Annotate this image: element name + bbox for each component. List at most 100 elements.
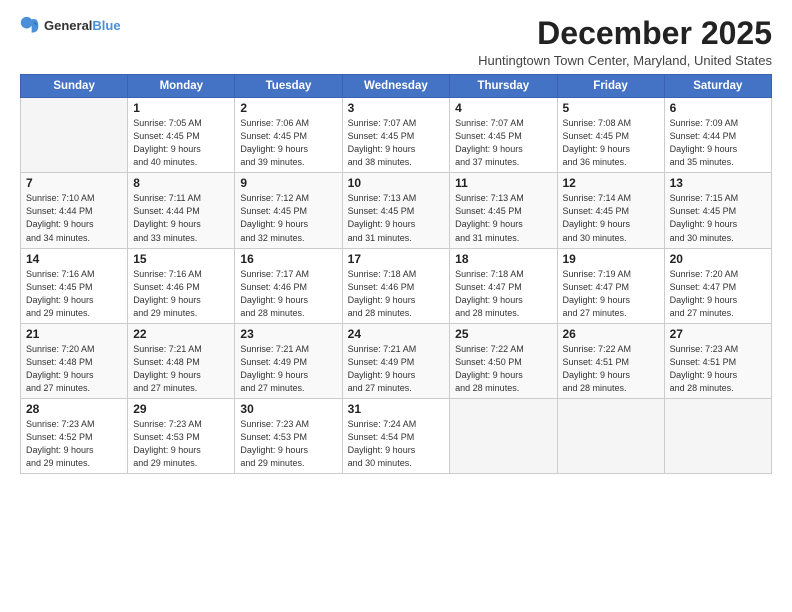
day-info: Sunrise: 7:13 AM Sunset: 4:45 PM Dayligh…	[348, 192, 445, 244]
calendar-day-cell: 15Sunrise: 7:16 AM Sunset: 4:46 PM Dayli…	[128, 248, 235, 323]
calendar-week-row: 1 Sunrise: 7:05 AM Sunset: 4:45 PM Daylig…	[21, 98, 772, 173]
day-number: 8	[133, 176, 229, 190]
day-number: 14	[26, 252, 122, 266]
day-info: Sunrise: 7:22 AM Sunset: 4:50 PM Dayligh…	[455, 343, 551, 395]
calendar-day-header: Friday	[557, 75, 664, 98]
calendar-day-cell	[21, 98, 128, 173]
calendar-day-header: Thursday	[450, 75, 557, 98]
day-number: 16	[240, 252, 336, 266]
day-number: 29	[133, 402, 229, 416]
day-number: 3	[348, 101, 445, 115]
calendar-day-cell: 13 Sunrise: 7:15 AM Sunset: 4:45 PM Dayli…	[664, 173, 771, 248]
day-number: 20	[670, 252, 766, 266]
day-info: Sunrise: 7:21 AM Sunset: 4:48 PM Dayligh…	[133, 343, 229, 395]
day-number: 11	[455, 176, 551, 190]
header: GeneralBlue December 2025 Huntingtown To…	[20, 16, 772, 68]
calendar-week-row: 28 Sunrise: 7:23 AM Sunset: 4:52 PM Dayli…	[21, 398, 772, 473]
calendar-day-cell: 6Sunrise: 7:09 AM Sunset: 4:44 PM Daylig…	[664, 98, 771, 173]
calendar-day-header: Monday	[128, 75, 235, 98]
day-number: 22	[133, 327, 229, 341]
calendar-week-row: 7 Sunrise: 7:10 AM Sunset: 4:44 PM Daylig…	[21, 173, 772, 248]
day-info: Sunrise: 7:07 AM Sunset: 4:45 PM Dayligh…	[348, 117, 445, 169]
day-number: 2	[240, 101, 336, 115]
day-number: 28	[26, 402, 122, 416]
calendar-day-cell: 28 Sunrise: 7:23 AM Sunset: 4:52 PM Dayli…	[21, 398, 128, 473]
day-info: Sunrise: 7:16 AM Sunset: 4:45 PM Dayligh…	[26, 268, 122, 320]
day-info: Sunrise: 7:12 AM Sunset: 4:45 PM Dayligh…	[240, 192, 336, 244]
calendar-day-cell: 2 Sunrise: 7:06 AM Sunset: 4:45 PM Daylig…	[235, 98, 342, 173]
day-number: 23	[240, 327, 336, 341]
day-number: 13	[670, 176, 766, 190]
day-number: 7	[26, 176, 122, 190]
calendar-day-cell: 7 Sunrise: 7:10 AM Sunset: 4:44 PM Daylig…	[21, 173, 128, 248]
calendar-day-cell: 21Sunrise: 7:20 AM Sunset: 4:48 PM Dayli…	[21, 323, 128, 398]
day-number: 21	[26, 327, 122, 341]
calendar-day-cell: 17 Sunrise: 7:18 AM Sunset: 4:46 PM Dayli…	[342, 248, 450, 323]
day-info: Sunrise: 7:16 AM Sunset: 4:46 PM Dayligh…	[133, 268, 229, 320]
title-area: December 2025 Huntingtown Town Center, M…	[478, 16, 772, 68]
day-number: 4	[455, 101, 551, 115]
calendar-day-cell: 16 Sunrise: 7:17 AM Sunset: 4:46 PM Dayli…	[235, 248, 342, 323]
day-number: 10	[348, 176, 445, 190]
calendar-day-header: Saturday	[664, 75, 771, 98]
calendar-day-cell: 8 Sunrise: 7:11 AM Sunset: 4:44 PM Daylig…	[128, 173, 235, 248]
calendar-day-cell: 27Sunrise: 7:23 AM Sunset: 4:51 PM Dayli…	[664, 323, 771, 398]
day-number: 31	[348, 402, 445, 416]
day-info: Sunrise: 7:23 AM Sunset: 4:53 PM Dayligh…	[240, 418, 336, 470]
calendar-day-cell: 23 Sunrise: 7:21 AM Sunset: 4:49 PM Dayli…	[235, 323, 342, 398]
day-info: Sunrise: 7:23 AM Sunset: 4:52 PM Dayligh…	[26, 418, 122, 470]
day-number: 27	[670, 327, 766, 341]
day-info: Sunrise: 7:22 AM Sunset: 4:51 PM Dayligh…	[563, 343, 659, 395]
calendar-day-cell: 10 Sunrise: 7:13 AM Sunset: 4:45 PM Dayli…	[342, 173, 450, 248]
day-number: 30	[240, 402, 336, 416]
calendar-day-cell: 30 Sunrise: 7:23 AM Sunset: 4:53 PM Dayli…	[235, 398, 342, 473]
calendar-day-cell	[557, 398, 664, 473]
calendar-day-cell: 26 Sunrise: 7:22 AM Sunset: 4:51 PM Dayli…	[557, 323, 664, 398]
day-number: 12	[563, 176, 659, 190]
calendar-day-cell: 3 Sunrise: 7:07 AM Sunset: 4:45 PM Daylig…	[342, 98, 450, 173]
day-info: Sunrise: 7:08 AM Sunset: 4:45 PM Dayligh…	[563, 117, 659, 169]
logo-general: General	[44, 18, 92, 33]
day-info: Sunrise: 7:18 AM Sunset: 4:47 PM Dayligh…	[455, 268, 551, 320]
day-info: Sunrise: 7:11 AM Sunset: 4:44 PM Dayligh…	[133, 192, 229, 244]
day-number: 1	[133, 101, 229, 115]
calendar-day-header: Sunday	[21, 75, 128, 98]
day-info: Sunrise: 7:21 AM Sunset: 4:49 PM Dayligh…	[240, 343, 336, 395]
day-number: 26	[563, 327, 659, 341]
calendar-day-cell: 24 Sunrise: 7:21 AM Sunset: 4:49 PM Dayli…	[342, 323, 450, 398]
day-info: Sunrise: 7:17 AM Sunset: 4:46 PM Dayligh…	[240, 268, 336, 320]
day-info: Sunrise: 7:13 AM Sunset: 4:45 PM Dayligh…	[455, 192, 551, 244]
day-info: Sunrise: 7:20 AM Sunset: 4:47 PM Dayligh…	[670, 268, 766, 320]
day-info: Sunrise: 7:06 AM Sunset: 4:45 PM Dayligh…	[240, 117, 336, 169]
day-number: 17	[348, 252, 445, 266]
calendar-header-row: SundayMondayTuesdayWednesdayThursdayFrid…	[21, 75, 772, 98]
page: GeneralBlue December 2025 Huntingtown To…	[0, 0, 792, 612]
calendar-day-cell: 5 Sunrise: 7:08 AM Sunset: 4:45 PM Daylig…	[557, 98, 664, 173]
day-info: Sunrise: 7:05 AM Sunset: 4:45 PM Dayligh…	[133, 117, 229, 169]
day-number: 25	[455, 327, 551, 341]
calendar-week-row: 21Sunrise: 7:20 AM Sunset: 4:48 PM Dayli…	[21, 323, 772, 398]
calendar-week-row: 14 Sunrise: 7:16 AM Sunset: 4:45 PM Dayli…	[21, 248, 772, 323]
calendar-day-cell: 9 Sunrise: 7:12 AM Sunset: 4:45 PM Daylig…	[235, 173, 342, 248]
day-info: Sunrise: 7:09 AM Sunset: 4:44 PM Dayligh…	[670, 117, 766, 169]
calendar-day-header: Tuesday	[235, 75, 342, 98]
day-info: Sunrise: 7:21 AM Sunset: 4:49 PM Dayligh…	[348, 343, 445, 395]
day-number: 5	[563, 101, 659, 115]
calendar-day-cell: 22 Sunrise: 7:21 AM Sunset: 4:48 PM Dayli…	[128, 323, 235, 398]
day-info: Sunrise: 7:19 AM Sunset: 4:47 PM Dayligh…	[563, 268, 659, 320]
day-number: 9	[240, 176, 336, 190]
day-info: Sunrise: 7:18 AM Sunset: 4:46 PM Dayligh…	[348, 268, 445, 320]
calendar-day-cell: 12Sunrise: 7:14 AM Sunset: 4:45 PM Dayli…	[557, 173, 664, 248]
calendar-day-cell: 25 Sunrise: 7:22 AM Sunset: 4:50 PM Dayli…	[450, 323, 557, 398]
calendar-day-cell: 29 Sunrise: 7:23 AM Sunset: 4:53 PM Dayli…	[128, 398, 235, 473]
logo-blue: Blue	[92, 18, 120, 33]
calendar-day-cell: 31Sunrise: 7:24 AM Sunset: 4:54 PM Dayli…	[342, 398, 450, 473]
day-info: Sunrise: 7:15 AM Sunset: 4:45 PM Dayligh…	[670, 192, 766, 244]
day-info: Sunrise: 7:10 AM Sunset: 4:44 PM Dayligh…	[26, 192, 122, 244]
day-info: Sunrise: 7:23 AM Sunset: 4:53 PM Dayligh…	[133, 418, 229, 470]
day-info: Sunrise: 7:07 AM Sunset: 4:45 PM Dayligh…	[455, 117, 551, 169]
month-title: December 2025	[478, 16, 772, 51]
calendar-day-cell: 14 Sunrise: 7:16 AM Sunset: 4:45 PM Dayli…	[21, 248, 128, 323]
calendar-day-cell: 18Sunrise: 7:18 AM Sunset: 4:47 PM Dayli…	[450, 248, 557, 323]
day-number: 24	[348, 327, 445, 341]
